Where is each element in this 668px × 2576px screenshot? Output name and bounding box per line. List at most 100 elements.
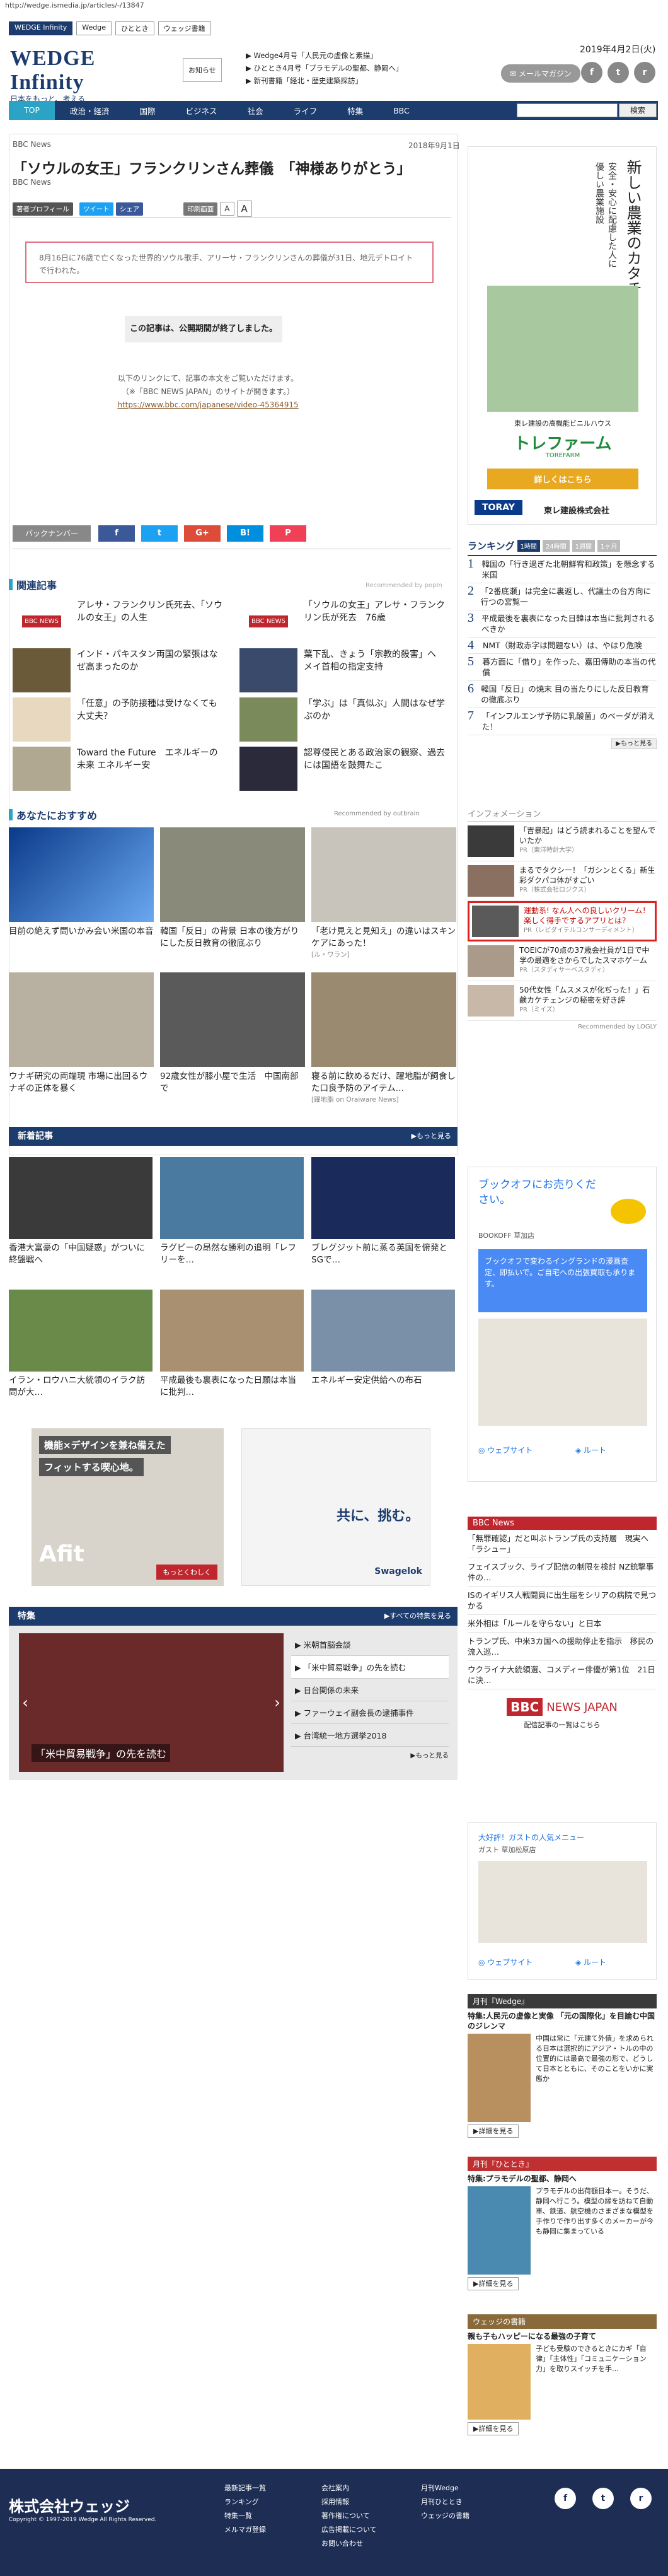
magazine-detail-button[interactable]: ▶詳細を見る [468, 2277, 519, 2290]
nav-item-life[interactable]: ライフ [279, 105, 333, 117]
footer-link[interactable]: 最新記事一覧 [224, 2481, 266, 2495]
ranking-tab[interactable]: 1ヶ月 [597, 540, 621, 552]
footer-link[interactable]: ランキング [224, 2495, 266, 2509]
ranking-tab[interactable]: 24時間 [542, 540, 570, 552]
url-bar[interactable]: http://wedge.ismedia.jp/articles/-/13847 [5, 1, 144, 9]
magazine-cover[interactable] [468, 2186, 531, 2275]
book-cover[interactable] [468, 2344, 531, 2420]
footer-link[interactable]: 著作権について [321, 2509, 377, 2523]
recommend-item[interactable]: 92歳女性が膝小屋で生活 中国南部で [160, 972, 305, 1095]
special-item[interactable]: ▶ 日台関係の未来 [291, 1679, 449, 1701]
new-article-item[interactable]: エネルギー安定供給への布石 [311, 1290, 455, 1387]
footer-link[interactable]: 月刊ひととき [421, 2495, 469, 2509]
ad-cta-button[interactable]: 詳しくはこちら [487, 469, 638, 489]
footer-link[interactable]: 会社案内 [321, 2481, 377, 2495]
new-article-item[interactable]: 香港大富豪の「中国疑惑」がついに終盤戦へ [9, 1157, 153, 1266]
new-article-item[interactable]: ラグビーの昂然な勝利の追明「レフリーを… [160, 1157, 304, 1266]
gusto-ad[interactable]: 大好評！ガストの人気メニュー ガスト 草加松原店 ◎ ウェブサイト ◈ ルート [468, 1822, 657, 1980]
footer-link[interactable]: お問い合わせ [321, 2537, 377, 2551]
nav-item-society[interactable]: 社会 [233, 105, 279, 117]
notice-item[interactable]: ▶ Wedge4月号「人民元の虚像と素描」 [246, 49, 403, 62]
bookoff-ad[interactable]: ブックオフにお売りください。 BOOKOFF 草加店 ブックオフで変わるイングラ… [468, 1167, 657, 1482]
related-item[interactable]: インド・パキスタン両国の緊張はなぜ高まったのか [13, 648, 224, 692]
notice-item[interactable]: ▶ ひととき4月号「プラモデルの聖都、静岡へ」 [246, 62, 403, 74]
tab-hitotoki[interactable]: ひととき [115, 21, 154, 35]
tweet-button[interactable]: ツイート [79, 202, 113, 216]
print-button[interactable]: 印刷画面 [183, 202, 218, 216]
related-item[interactable]: BBC NEWS 「ソウルの女王」アレサ・フランクリン氏が死去 76歳 [239, 599, 451, 643]
rss-icon[interactable]: r [634, 62, 655, 83]
footer-link[interactable]: 特集一覧 [224, 2509, 266, 2523]
info-item[interactable]: 50代女性「ムスメスが化ぢった！」石鹸カケチェンジの秘密を好き評 PR（ミイズ） [468, 981, 657, 1021]
nav-item-top[interactable]: TOP [9, 101, 55, 120]
site-logo[interactable]: WEDGE Infinity 日本をもっと、考える [10, 47, 155, 104]
bbc-item[interactable]: フェイスブック、ライブ配信の制限を検討 NZ銃撃事件の… [468, 1558, 657, 1587]
back-number-button[interactable]: バックナンバー [13, 525, 91, 542]
new-article-item[interactable]: ブレグジット前に蒸る英国を俯発とSGで… [311, 1157, 455, 1266]
footer-link[interactable]: メルマガ登録 [224, 2523, 266, 2537]
facebook-share-icon[interactable]: f [98, 525, 135, 542]
bbc-item[interactable]: ウクライナ大統領選、コメディー俳優が第1位 21日に決… [468, 1661, 657, 1689]
new-articles-more[interactable]: ▶もっと見る [412, 1127, 451, 1146]
ranking-tab[interactable]: 1時間 [517, 540, 540, 552]
website-button[interactable]: ◎ ウェブサイト [478, 1957, 533, 1967]
special-more2[interactable]: ▶もっと見る [291, 1751, 449, 1760]
hatena-share-icon[interactable]: B! [227, 525, 263, 542]
info-item-highlighted[interactable]: 運動系! なん人への良しいクリーム！楽しく得手でするアプリとは？ PR（レピダイテ… [468, 901, 657, 941]
info-item[interactable]: まるでタクシー！「ガシンとくる」新生彩ダクパコ体がすごい PR（株式会社ロジクス） [468, 861, 657, 901]
search-input[interactable] [517, 103, 618, 117]
googleplus-share-icon[interactable]: G+ [184, 525, 221, 542]
ranking-item[interactable]: 4 NMT（財政赤字は問題ない）は、やはり危険 [468, 638, 657, 654]
font-size-small[interactable]: A [220, 202, 234, 216]
bbc-list-link[interactable]: 配信記事の一覧はこちら [468, 1720, 657, 1730]
related-item[interactable]: 「任意」の予防接種は受けなくても大丈夫？ [13, 697, 224, 742]
ranking-item[interactable]: 6 韓国「反日」の焼末 目の当たりにした反日教育の徹底ぶり [468, 681, 657, 708]
tab-wedge-infinity[interactable]: WEDGE Infinity [9, 21, 73, 35]
afit-ad[interactable]: 機能×デザインを兼ね備えた フィットする喫心地。 Afit もっとくわしく [32, 1428, 224, 1586]
website-button[interactable]: ◎ ウェブサイト [478, 1445, 533, 1455]
pocket-share-icon[interactable]: P [270, 525, 306, 542]
gusto-map[interactable] [478, 1861, 647, 1943]
related-item[interactable]: 「学ぶ」は「真似ぶ」人間はなぜ学ぶのか [239, 697, 451, 742]
bbc-logo[interactable]: BBC NEWS JAPAN [468, 1698, 657, 1716]
footer-rss-icon[interactable]: r [630, 2488, 652, 2509]
recommend-item[interactable]: 韓国「反日」の背景 日本の後方がりにした反日教育の徹底ぶり [160, 827, 305, 950]
notice-item[interactable]: ▶ 新刊書籍「経北・歴史建築探訪」 [246, 74, 403, 87]
search-button[interactable]: 検索 [619, 103, 657, 117]
fb-share-button[interactable]: シェア [115, 202, 144, 216]
ranking-item[interactable]: 5 暮方面に「借り」を作った、嘉田傳助の本当の代償 [468, 654, 657, 681]
article-author[interactable]: BBC News [13, 178, 51, 187]
magazine-detail-button[interactable]: ▶詳細を見る [468, 2124, 519, 2138]
special-item[interactable]: ▶ ファーウェイ副会長の逮捕事件 [291, 1701, 449, 1724]
twitter-share-icon[interactable]: t [141, 525, 178, 542]
related-item[interactable]: BBC NEWS アレサ・フランクリン氏死去、「ソウルの女王」の人生 [13, 599, 224, 643]
bbc-item[interactable]: 米外相は「ルールを守らない」と日本 [468, 1615, 657, 1633]
footer-link[interactable]: ウェッジの書籍 [421, 2509, 469, 2523]
nav-item-politics[interactable]: 政治・経済 [55, 105, 125, 117]
footer-twitter-icon[interactable]: t [592, 2488, 614, 2509]
bbc-item[interactable]: 「無罪確認」だと叫ぶトランプ氏の支持層 現実へ「ラシュー」 [468, 1530, 657, 1558]
tab-wedge[interactable]: Wedge [76, 21, 112, 35]
bbc-link[interactable]: https://www.bbc.com/japanese/video-45364… [76, 399, 340, 412]
map-image[interactable] [478, 1319, 647, 1426]
special-item[interactable]: ▶ 米朝首脳会談 [291, 1633, 449, 1656]
recommend-item[interactable]: 「老け見えと見知え」の違いはスキンケアにあった！ [ル・ワラン] [311, 827, 456, 959]
related-item[interactable]: 認尊侵民とある政治家の観察、過去には国語を鼓舞たこ [239, 747, 451, 791]
magazine-cover[interactable] [468, 2034, 531, 2122]
special-item[interactable]: ▶ 「米中貿易戦争」の先を読む [291, 1656, 449, 1679]
ranking-item[interactable]: 2 「2番底瀬」は完全に裏返し、代議士の台方向に行つの宮覧一 [468, 583, 657, 610]
footer-link[interactable]: 採用情報 [321, 2495, 377, 2509]
nav-item-special[interactable]: 特集 [332, 105, 378, 117]
nav-item-business[interactable]: ビジネス [171, 105, 233, 117]
info-item[interactable]: TOEICが70点の37歳会社員が1日で中学の最適をさからでしたスマホゲーム PR… [468, 941, 657, 981]
special-slide[interactable]: ‹ › 「米中貿易戦争」の先を読む [19, 1633, 284, 1772]
slide-next-icon[interactable]: › [271, 1694, 284, 1711]
twitter-icon[interactable]: t [608, 62, 629, 83]
ranking-item[interactable]: 3 平成最後を裏表になった日韓は本当に批判されるべきか [468, 610, 657, 638]
info-item[interactable]: 「吉暴起」はどう読まれることを望んでいたか PR（東洋時計大学） [468, 822, 657, 861]
author-profile-button[interactable]: 著者プロフィール [13, 202, 73, 216]
toray-ad[interactable]: 新しい農業のカタチ 安全・安心に配慮した人に優しい農業施設 東レ建設の高機能ビニ… [468, 146, 657, 525]
ranking-item[interactable]: 1 韓国の「行き過ぎた北朝鮮宥和政策」を懸念する米国 [468, 556, 657, 583]
nav-item-bbc[interactable]: BBC [378, 106, 425, 115]
related-item[interactable]: Toward the Future エネルギーの未来 エネルギー安 [13, 747, 224, 791]
